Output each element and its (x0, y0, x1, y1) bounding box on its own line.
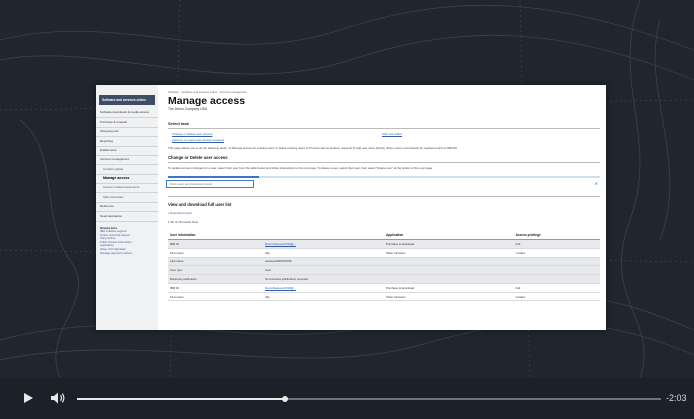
table-cell: Full (513, 283, 600, 293)
sidebar-item[interactable]: Account management (96, 156, 158, 166)
table-cell: Ally (263, 248, 384, 258)
table-cell: IBM ID (168, 239, 264, 249)
play-icon[interactable] (22, 392, 34, 404)
download-report-label: Download report (170, 211, 193, 215)
sidebar-item[interactable]: Need assistance (96, 212, 158, 222)
browser-page: Software and services online Software do… (96, 85, 606, 330)
users-table-body: IBM ID DemoNewuser2019@... Purchase & down… (168, 239, 600, 302)
sidebar-item[interactable]: Reference (96, 203, 158, 213)
seek-bar[interactable] (77, 395, 661, 402)
sidebar: Software and services online Software do… (96, 85, 158, 330)
change-access-title: Change or Delete user access (168, 155, 600, 163)
table-cell: Full (513, 239, 600, 249)
page-title: Manage access (168, 95, 246, 107)
table-cell: Purchase & download (383, 239, 514, 249)
table-cell: Business justification (168, 274, 264, 284)
column-header-access-privilege: Access privilege (513, 231, 600, 240)
table-row[interactable]: First name Ally Other functions Limited (168, 248, 600, 258)
table-cell: testuser2020010799 (263, 257, 384, 267)
column-header-value (263, 231, 384, 240)
time-remaining: -2:03 (666, 393, 687, 403)
sidebar-header: Software and services online (99, 95, 155, 105)
task-note: This page allows you to do the following… (168, 146, 458, 150)
video-controls: -2:03 (0, 378, 694, 419)
related-links: Related links IBM software support Online… (100, 226, 154, 256)
sidebar-item[interactable]: Purchase & renewal (96, 118, 158, 128)
table-cell: User (263, 265, 384, 276)
search-row: ✕ (166, 180, 600, 190)
column-header-application: Application (383, 231, 514, 240)
table-cell: User type (168, 265, 264, 276)
user-search-input[interactable] (166, 180, 254, 188)
table-cell: No business justification provided (263, 274, 384, 284)
seek-handle[interactable] (281, 395, 288, 402)
sidebar-item[interactable]: Shopping cart (96, 128, 158, 138)
table-cell[interactable]: DemoNewuser2019@... (263, 283, 384, 293)
sidebar-item[interactable]: Contact update (96, 165, 158, 175)
table-row[interactable]: First name Ally Other functions Limited (168, 292, 600, 302)
table-cell[interactable]: DemoNewuser2019@... (263, 239, 384, 249)
breadcrumb: Software · Software and services online … (168, 90, 247, 94)
sidebar-item[interactable]: Account related documents (96, 184, 158, 194)
change-delete-access-link[interactable]: Change or Delete user access (172, 132, 212, 136)
close-icon[interactable]: ✕ (595, 181, 598, 186)
column-header-user-information: User information (168, 231, 264, 240)
table-cell (383, 257, 514, 267)
table-header-row: User information Application Access priv… (168, 231, 600, 240)
add-new-editor-link[interactable]: Add new editor (382, 132, 402, 136)
sidebar-item[interactable]: Software downloads & media access (96, 109, 158, 119)
table-cell: Other functions (383, 292, 514, 302)
table-cell (383, 265, 514, 276)
sidebar-item[interactable]: Manage access (96, 175, 158, 184)
download-list-title: View and download full user list (168, 202, 232, 207)
table-row[interactable]: Business justification No business justif… (168, 274, 600, 284)
seek-bar-played (77, 398, 285, 400)
table-cell: Limited (513, 248, 600, 258)
related-link[interactable]: Manage payment method (100, 251, 154, 256)
sidebar-item[interactable]: Entitlements (96, 147, 158, 156)
users-table: User information Application Access priv… (168, 231, 600, 302)
table-cell (513, 257, 600, 267)
select-task-title: Select task (168, 121, 600, 129)
approve-reject-requests-link[interactable]: Approve or reject user access requests (172, 138, 224, 142)
table-row[interactable]: Last name testuser2020010799 (168, 257, 600, 267)
results-count: 1-50 of 78 results Next (168, 220, 199, 224)
table-row[interactable]: User type User (168, 265, 600, 276)
volume-icon[interactable] (50, 391, 66, 405)
sidebar-item[interactable]: Self-nomination (96, 193, 158, 203)
download-report-link[interactable]: ⤓ Download report (168, 211, 600, 215)
table-cell: Last name (168, 257, 264, 267)
table-cell: First name (168, 292, 264, 302)
loading-bar-fill (168, 176, 259, 178)
video-frame[interactable]: Software and services online Software do… (0, 0, 694, 378)
table-cell: IBM ID (168, 283, 264, 293)
page-subtitle: The Demo Company USA (168, 107, 208, 111)
table-row[interactable]: IBM ID DemoNewuser2019@... Purchase & down… (168, 283, 600, 293)
section-divider (168, 196, 600, 197)
table-cell: Purchase & download (383, 283, 514, 293)
table-row[interactable]: IBM ID DemoNewuser2019@... Purchase & down… (168, 239, 600, 249)
main-content: Software · Software and services online … (166, 85, 600, 302)
change-access-instructions: To update access privileges for a user, … (168, 166, 434, 170)
table-cell: Other functions (383, 248, 514, 258)
table-cell: Limited (513, 292, 600, 302)
task-links: Change or Delete user access Add new edi… (168, 132, 600, 144)
sidebar-items: Software downloads & media access Purchas… (96, 109, 158, 222)
table-cell: First name (168, 248, 264, 258)
table-cell (513, 265, 600, 276)
table-cell (383, 274, 514, 284)
table-cell (513, 274, 600, 284)
related-links-list: IBM software support Online technical sup… (100, 229, 154, 256)
table-cell: Ally (263, 292, 384, 302)
loading-bar (168, 176, 600, 178)
sidebar-item[interactable]: Reporting (96, 137, 158, 147)
